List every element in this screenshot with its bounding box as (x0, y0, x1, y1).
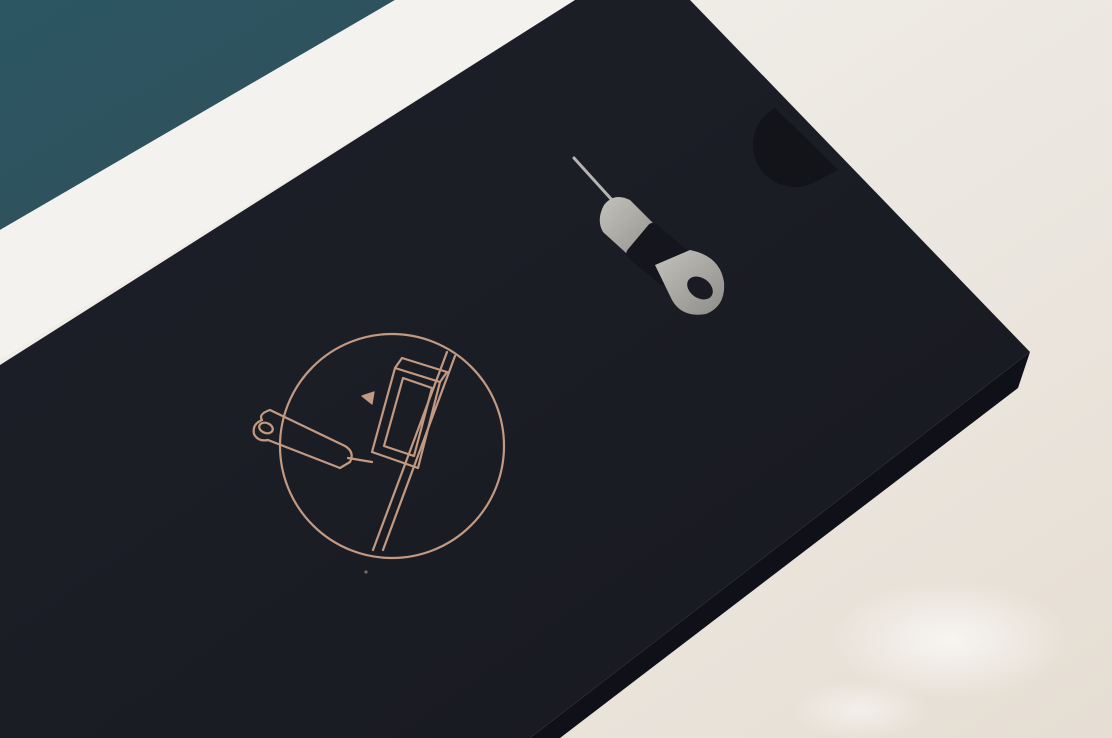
light-glare-small (790, 680, 930, 738)
photo-scene (0, 0, 1112, 738)
dust-speck (364, 570, 368, 574)
